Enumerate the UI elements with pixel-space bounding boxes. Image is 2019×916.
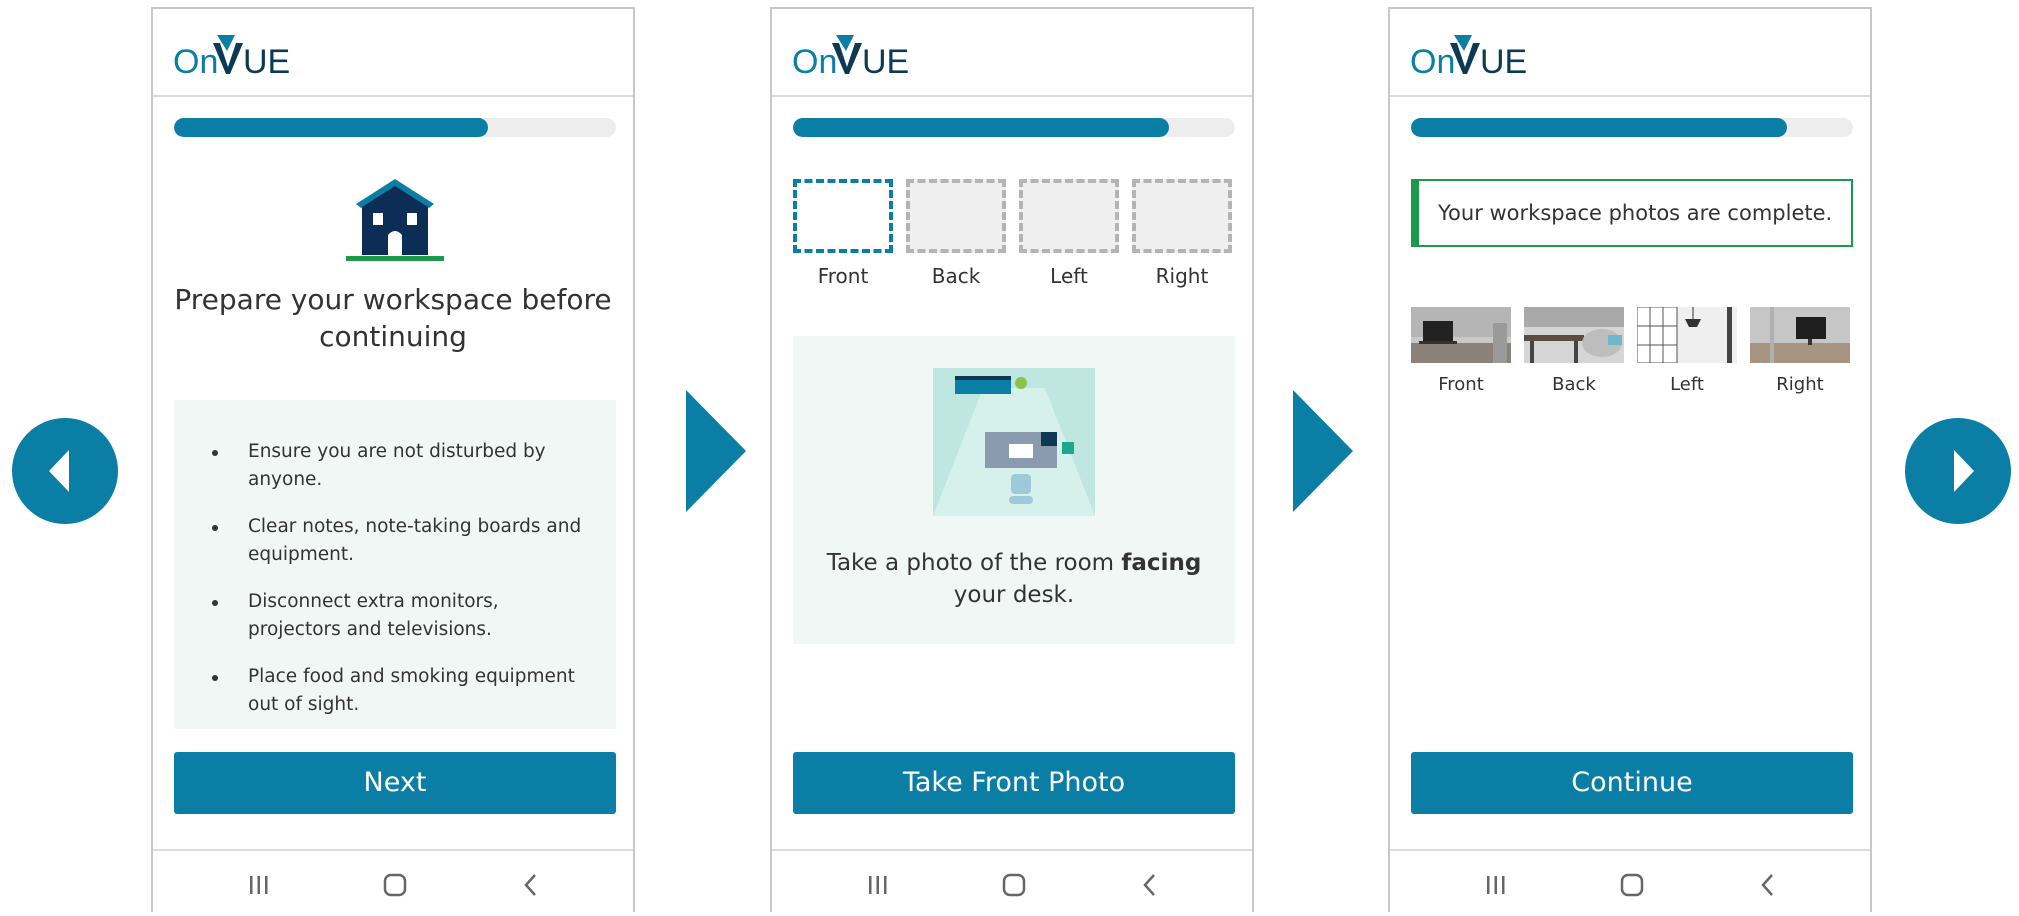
instruction-text-start: Take a photo of the room xyxy=(826,550,1122,576)
phone-screen-photo-capture: On UE Front Back Left Right Take a photo… xyxy=(770,7,1254,916)
app-header: On UE xyxy=(1390,9,1870,97)
instruction-text-end: your desk. xyxy=(953,582,1075,608)
front-photo-thumbnail[interactable] xyxy=(1411,307,1511,363)
workspace-tips-panel: Ensure you are not disturbed by anyone. … xyxy=(174,400,616,729)
home-icon[interactable] xyxy=(1001,873,1027,897)
thumbnail-label: Left xyxy=(1670,374,1704,395)
previous-slide-button[interactable] xyxy=(12,418,118,524)
back-icon[interactable] xyxy=(1137,873,1163,897)
next-slide-button[interactable] xyxy=(1905,418,2011,524)
back-photo-thumbnail[interactable] xyxy=(1524,307,1624,363)
svg-text:UE: UE xyxy=(1480,43,1527,79)
progress-bar xyxy=(174,118,616,137)
slot-label: Left xyxy=(1050,264,1088,288)
svg-text:UE: UE xyxy=(862,43,909,79)
page-title: Prepare your workspace before continuing xyxy=(174,283,612,353)
progress-bar xyxy=(793,118,1235,137)
house-icon xyxy=(346,179,444,261)
triangle-left-icon xyxy=(49,450,69,492)
svg-text:On: On xyxy=(173,43,218,79)
take-front-photo-button[interactable]: Take Front Photo xyxy=(793,752,1235,814)
tip-text: Ensure you are not disturbed by anyone. xyxy=(248,441,546,490)
left-photo-thumbnail[interactable] xyxy=(1637,307,1737,363)
bullet-icon xyxy=(212,675,218,681)
list-item: Disconnect extra monitors, projectors an… xyxy=(212,588,586,644)
android-nav-bar xyxy=(1390,849,1870,916)
thumbnail-label: Right xyxy=(1776,374,1824,395)
progress-bar xyxy=(1411,118,1853,137)
room-facing-desk-illustration xyxy=(933,368,1095,516)
instruction-panel: Take a photo of the room facing your des… xyxy=(793,336,1235,644)
onvue-logo: On UE xyxy=(792,35,909,79)
continue-button[interactable]: Continue xyxy=(1411,752,1853,814)
bullet-icon xyxy=(212,450,218,456)
android-nav-bar xyxy=(772,849,1252,916)
svg-text:On: On xyxy=(792,43,837,79)
back-icon[interactable] xyxy=(1755,873,1781,897)
step-arrow-icon xyxy=(686,390,746,512)
svg-text:UE: UE xyxy=(243,43,290,79)
slot-label: Right xyxy=(1155,264,1209,288)
tip-text: Place food and smoking equipment out of … xyxy=(248,666,575,715)
success-message: Your workspace photos are complete. xyxy=(1411,179,1853,247)
bullet-icon xyxy=(212,600,218,606)
photo-slot-front[interactable] xyxy=(793,179,893,253)
instruction-text: Take a photo of the room facing your des… xyxy=(813,547,1215,611)
slot-label: Back xyxy=(931,264,981,288)
progress-fill xyxy=(174,118,488,137)
triangle-right-icon xyxy=(1954,450,1974,492)
step-arrow-icon xyxy=(1293,390,1353,512)
tip-text: Disconnect extra monitors, projectors an… xyxy=(248,591,499,640)
svg-text:On: On xyxy=(1410,43,1455,79)
slot-label: Front xyxy=(817,264,869,288)
list-item: Ensure you are not disturbed by anyone. xyxy=(212,438,586,494)
tip-text: Clear notes, note-taking boards and equi… xyxy=(248,516,582,565)
android-nav-bar xyxy=(153,849,633,916)
phone-screen-prepare: On UE Prepare your workspace before cont… xyxy=(151,7,635,916)
thumbnail-label: Front xyxy=(1438,374,1484,395)
home-icon[interactable] xyxy=(382,873,408,897)
recent-apps-icon[interactable] xyxy=(1483,873,1509,897)
back-icon[interactable] xyxy=(518,873,544,897)
recent-apps-icon[interactable] xyxy=(246,873,272,897)
thumbnail-label: Back xyxy=(1552,374,1596,395)
app-header: On UE xyxy=(772,9,1252,97)
phone-screen-photos-complete: On UE Your workspace photos are complete… xyxy=(1388,7,1872,916)
instruction-text-emphasis: facing xyxy=(1121,550,1202,576)
photo-slot-back[interactable] xyxy=(906,179,1006,253)
home-icon[interactable] xyxy=(1619,873,1645,897)
photo-slot-left[interactable] xyxy=(1019,179,1119,253)
right-photo-thumbnail[interactable] xyxy=(1750,307,1850,363)
progress-fill xyxy=(1411,118,1787,137)
onvue-logo: On UE xyxy=(1410,35,1527,79)
photo-slot-right[interactable] xyxy=(1132,179,1232,253)
next-button[interactable]: Next xyxy=(174,752,616,814)
onvue-logo: On UE xyxy=(173,35,290,79)
list-item: Clear notes, note-taking boards and equi… xyxy=(212,513,586,569)
bullet-icon xyxy=(212,525,218,531)
app-header: On UE xyxy=(153,9,633,97)
recent-apps-icon[interactable] xyxy=(865,873,891,897)
list-item: Place food and smoking equipment out of … xyxy=(212,663,586,719)
progress-fill xyxy=(793,118,1169,137)
